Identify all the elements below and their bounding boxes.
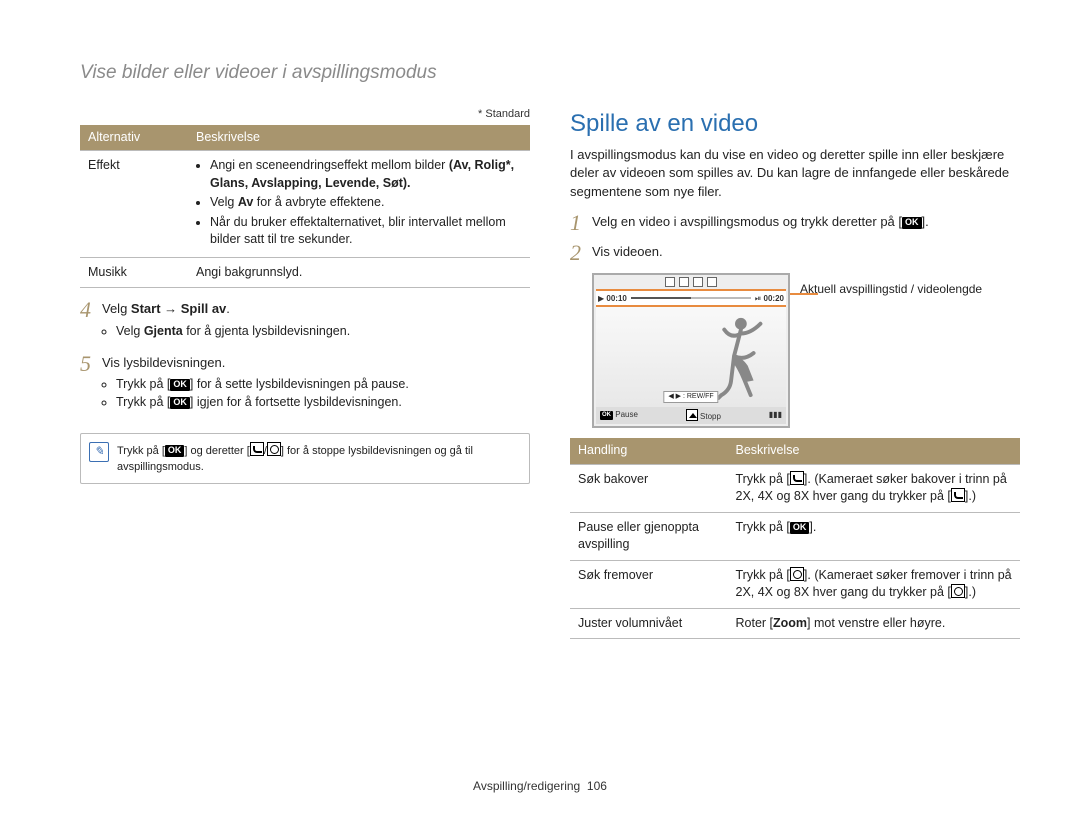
ok-icon: OK [600, 411, 613, 420]
video-preview: ▶ 00:10 ⏯ 00:20 ◀ ▶ : REW/FF OK Paus [592, 273, 790, 428]
row-desc: Trykk på []. (Kameraet søker fremover i … [728, 560, 1021, 608]
row-label: Effekt [80, 151, 188, 258]
ok-icon: OK [790, 522, 810, 534]
time-bar: ▶ 00:10 ⏯ 00:20 [596, 289, 786, 307]
macro-icon [790, 471, 804, 485]
ok-icon: OK [170, 397, 190, 409]
row-desc: Trykk på [OK]. [728, 512, 1021, 560]
video-body: ◀ ▶ : REW/FF [596, 307, 786, 407]
intro-text: I avspillingsmodus kan du vise en video … [570, 146, 1020, 201]
step-number: 1 [570, 211, 592, 235]
step5-bullet1: Trykk på [OK] for å sette lysbildevisnin… [116, 376, 530, 394]
screen-bottom-bar: OK Pause Stopp ▮▮▮ [596, 407, 786, 424]
th-handling: Handling [570, 438, 728, 464]
th-beskrivelse: Beskrivelse [728, 438, 1021, 464]
left-column: * Standard Alternativ Beskrivelse Effekt… [80, 107, 530, 640]
breadcrumb: Vise bilder eller videoer i avspillingsm… [80, 60, 1020, 87]
step-number: 2 [570, 241, 592, 265]
step-1: 1 Velg en video i avspillingsmodus og tr… [570, 211, 1020, 235]
row-label: Søk fremover [570, 560, 728, 608]
timer-icon [790, 567, 804, 581]
step-4: 4 Velg Start → Spill av. Velg Gjenta for… [80, 298, 530, 346]
ok-icon: OK [902, 217, 922, 229]
ok-icon: OK [165, 445, 185, 457]
table-row: Musikk Angi bakgrunnslyd. [80, 257, 530, 288]
effekt-b2: Velg Av for å avbryte effektene. [210, 194, 522, 212]
options-table: Alternativ Beskrivelse Effekt Angi en sc… [80, 125, 530, 289]
step-number: 4 [80, 298, 102, 346]
screen-top-icons [596, 277, 786, 287]
effekt-b1: Angi en sceneendringseffekt mellom bilde… [210, 157, 522, 192]
th-beskrivelse: Beskrivelse [188, 125, 530, 151]
section-heading: Spille av en video [570, 107, 1020, 141]
note-text: Trykk på [OK] og deretter [/] for å stop… [117, 442, 521, 475]
note-icon: ✎ [89, 442, 109, 462]
step4-bullet: Velg Gjenta for å gjenta lysbildevisning… [116, 323, 530, 341]
timer-icon [267, 442, 281, 456]
table-row: Pause eller gjenoppta avspilling Trykk p… [570, 512, 1020, 560]
step-number: 5 [80, 352, 102, 417]
macro-icon [250, 442, 264, 456]
row-label: Musikk [80, 257, 188, 288]
table-row: Søk bakover Trykk på []. (Kameraet søker… [570, 464, 1020, 512]
up-icon [686, 409, 698, 421]
effekt-b3: Når du bruker effektalternativet, blir i… [210, 214, 522, 249]
step5-bullet2: Trykk på [OK] igjen for å fortsette lysb… [116, 394, 530, 412]
row-label: Søk bakover [570, 464, 728, 512]
actions-table: Handling Beskrivelse Søk bakover Trykk p… [570, 438, 1020, 639]
row-label: Pause eller gjenoppta avspilling [570, 512, 728, 560]
ok-icon: OK [170, 379, 190, 391]
rewff-label: ◀ ▶ : REW/FF [663, 391, 718, 403]
timer-icon [951, 584, 965, 598]
note-box: ✎ Trykk på [OK] og deretter [/] for å st… [80, 433, 530, 484]
right-column: Spille av en video I avspillingsmodus ka… [570, 107, 1020, 640]
step-5: 5 Vis lysbildevisningen. Trykk på [OK] f… [80, 352, 530, 417]
caption: Aktuell avspillingstid / videolengde [800, 273, 1020, 298]
row-desc: Trykk på []. (Kameraet søker bakover i t… [728, 464, 1021, 512]
table-row: Effekt Angi en sceneendringseffekt mello… [80, 151, 530, 258]
row-desc: Angi bakgrunnslyd. [188, 257, 530, 288]
dancer-icon [706, 312, 766, 400]
table-row: Søk fremover Trykk på []. (Kameraet søke… [570, 560, 1020, 608]
th-alternativ: Alternativ [80, 125, 188, 151]
page-footer: Avspilling/redigering 106 [0, 778, 1080, 795]
table-row: Juster volumnivået Roter [Zoom] mot vens… [570, 608, 1020, 639]
standard-note: * Standard [80, 107, 530, 122]
macro-icon [951, 488, 965, 502]
row-desc: Roter [Zoom] mot venstre eller høyre. [728, 608, 1021, 639]
step-2: 2 Vis videoen. [570, 241, 1020, 265]
row-label: Juster volumnivået [570, 608, 728, 639]
